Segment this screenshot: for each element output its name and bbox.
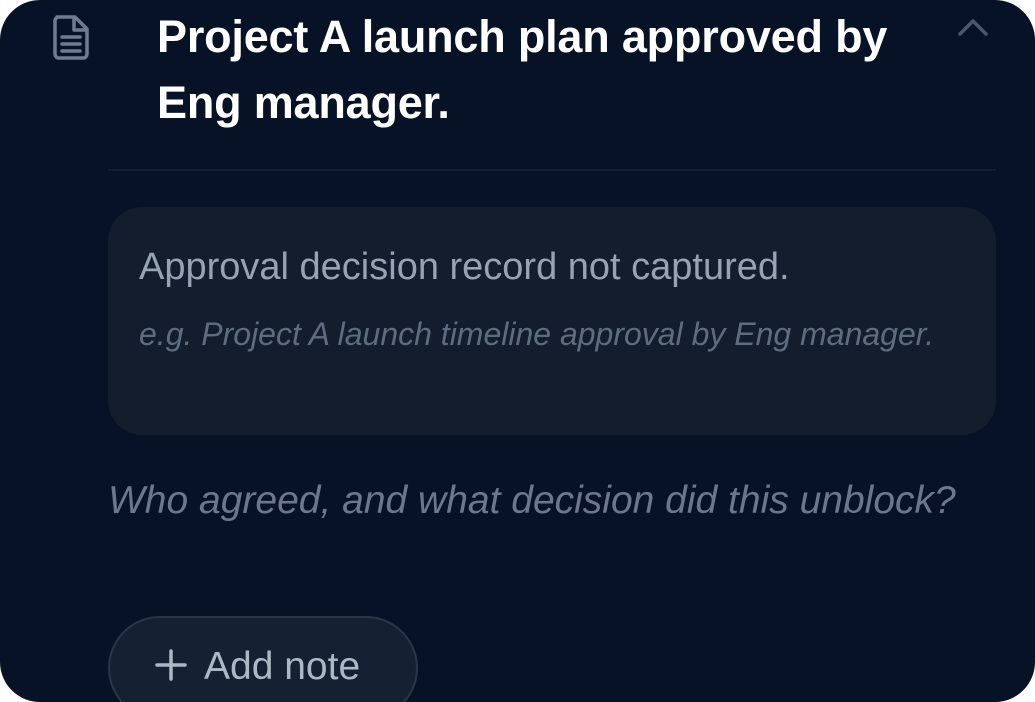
chevron-up-icon: [958, 19, 988, 36]
add-note-button[interactable]: Add note: [108, 616, 418, 702]
add-note-label: Add note: [204, 645, 361, 688]
record-example-text: e.g. Project A launch timeline approval …: [139, 316, 935, 352]
divider: [108, 169, 996, 171]
note-prompt: Who agreed, and what decision did this u…: [108, 479, 956, 522]
plus-icon: [155, 649, 187, 681]
document-icon: [53, 15, 89, 60]
decision-card: Project A launch plan approved by Eng ma…: [0, 0, 1035, 702]
record-status-text: Approval decision record not captured.: [139, 246, 790, 288]
item-title: Project A launch plan approved by Eng ma…: [157, 11, 888, 128]
record-status-panel: Approval decision record not captured. e…: [108, 207, 996, 435]
collapse-button[interactable]: [944, 4, 1002, 48]
